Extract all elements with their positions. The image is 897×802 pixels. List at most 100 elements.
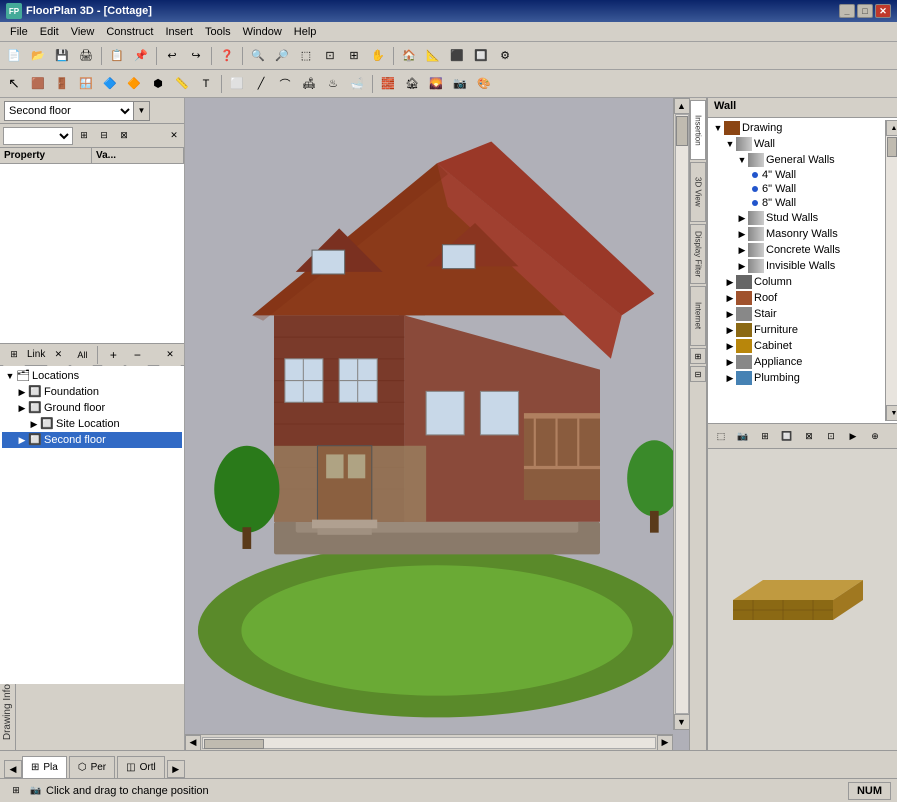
menu-view[interactable]: View [65,24,101,40]
wtree-4inch-wall[interactable]: 4" Wall [708,168,885,182]
wall-scroll-down[interactable]: ▼ [886,405,897,421]
wtree-appliance[interactable]: ▶ Appliance [708,354,885,370]
tb-help[interactable]: ❓ [216,45,238,67]
wtree-masonry-walls[interactable]: ▶ Masonry Walls [708,226,885,242]
tb-window-tool[interactable]: 🪟 [75,73,97,95]
tb-bath-tool[interactable]: 🛁 [346,73,368,95]
tb-zoom-fit[interactable]: ⊡ [319,45,341,67]
wall-scroll-track[interactable] [886,136,897,405]
wtree-roof[interactable]: ▶ Roof [708,290,885,306]
tb-open[interactable]: 📂 [27,45,49,67]
scroll-right-arrow[interactable]: ▶ [657,735,673,751]
maximize-button[interactable]: □ [857,4,873,18]
wtree-general-walls[interactable]: ▼ General Walls [708,152,885,168]
rt-btn3[interactable]: ⊞ [755,426,775,446]
vtab-insertion[interactable]: Insertion [690,100,706,160]
tb-print[interactable]: 🖨 [75,45,97,67]
scroll-thumb-v[interactable] [676,116,688,146]
tb-3d-5[interactable]: ⚙ [494,45,516,67]
wtree-cabinet[interactable]: ▶ Cabinet [708,338,885,354]
tb-line-tool[interactable]: ╱ [250,73,272,95]
menu-edit[interactable]: Edit [34,24,65,40]
prop-btn2[interactable]: ⊟ [95,127,113,145]
loc-btn-link[interactable]: ⊞ [3,344,25,366]
tb-copy[interactable]: 📋 [106,45,128,67]
tb-camera[interactable]: 📷 [449,73,471,95]
tb-text-tool[interactable]: T [195,73,217,95]
tb-redo[interactable]: ↪ [185,45,207,67]
tree-site-location[interactable]: ▶ 🔲 Site Location [2,416,182,432]
rt-btn1[interactable]: ⬚ [711,426,731,446]
rt-btn4[interactable]: 🔲 [777,426,797,446]
tab-perspective[interactable]: ⬡ Per [69,756,115,778]
tb-measure-tool[interactable]: 📏 [171,73,193,95]
tree-foundation[interactable]: ▶ 🔲 Foundation [2,384,182,400]
wtree-stud-walls[interactable]: ▶ Stud Walls [708,210,885,226]
tree-ground-floor[interactable]: ▶ 🔲 Ground floor [2,400,182,416]
tb-undo[interactable]: ↩ [161,45,183,67]
floor-dropdown-arrow[interactable]: ▼ [134,101,150,121]
canvas-scrollbar-vertical[interactable]: ▲ ▼ [673,98,689,730]
wtree-furniture[interactable]: ▶ Furniture [708,322,885,338]
wall-scroll-thumb[interactable] [887,137,897,157]
drawing-info-tab[interactable]: Drawing Info [0,684,16,750]
close-loc-btn[interactable]: ✕ [159,344,181,366]
menu-window[interactable]: Window [237,24,288,40]
loc-btn-remove[interactable]: − [126,344,148,366]
tb-3dwall[interactable]: 🧱 [377,73,399,95]
prop-btn1[interactable]: ⊞ [75,127,93,145]
tab-nav-right[interactable]: ▶ [167,760,185,778]
vtab-display-filter[interactable]: Display Filter [690,224,706,284]
wtree-6inch-wall[interactable]: 6" Wall [708,182,885,196]
vtab-internet[interactable]: Internet [690,286,706,346]
wtree-stair[interactable]: ▶ Stair [708,306,885,322]
close-panel-btn[interactable]: ✕ [167,129,181,143]
menu-file[interactable]: File [4,24,34,40]
tb-box-tool[interactable]: ⬜ [226,73,248,95]
tb-roof-tool[interactable]: 🔷 [99,73,121,95]
tab-plan[interactable]: ⊞ Pla [22,756,67,778]
tb-stove-tool[interactable]: ♨ [322,73,344,95]
wtree-drawing[interactable]: ▼ Drawing [708,120,885,136]
vtab-icon2[interactable]: ⊟ [690,366,706,382]
prop-btn3[interactable]: ⊠ [115,127,133,145]
tb-terrain[interactable]: 🌄 [425,73,447,95]
scroll-track-v[interactable] [675,114,689,714]
tab-nav-left[interactable]: ◀ [4,760,22,778]
tb-stair-tool[interactable]: 🔶 [123,73,145,95]
tb-door-tool[interactable]: 🚪 [51,73,73,95]
menu-construct[interactable]: Construct [100,24,159,40]
wtree-column[interactable]: ▶ Column [708,274,885,290]
scroll-up-arrow[interactable]: ▲ [674,98,690,114]
scroll-thumb-h[interactable] [204,739,264,749]
status-icon1[interactable]: ⊞ [6,782,26,800]
wtree-wall[interactable]: ▼ Wall [708,136,885,152]
tab-ortho[interactable]: ◫ Ortl [117,756,165,778]
tb-3d-4[interactable]: 🔲 [470,45,492,67]
prop-type-select[interactable] [3,127,73,145]
tb-wall-tool[interactable]: 🟫 [27,73,49,95]
tb-arc-tool[interactable]: ⌒ [274,73,296,95]
status-icon2[interactable]: 📷 [26,782,46,800]
tree-locations-root[interactable]: ▼ 🗂 Locations [2,368,182,384]
tb-3d-1[interactable]: 🏠 [398,45,420,67]
canvas-scrollbar-horizontal[interactable]: ◀ ▶ [185,734,673,750]
menu-tools[interactable]: Tools [199,24,237,40]
tb-3droof[interactable]: 🏚 [401,73,423,95]
tree-second-floor[interactable]: ▶ 🔲 Second floor [2,432,182,448]
wtree-invisible-walls[interactable]: ▶ Invisible Walls [708,258,885,274]
tb-3d-2[interactable]: 📐 [422,45,444,67]
vtab-icon1[interactable]: ⊞ [690,348,706,364]
minimize-button[interactable]: _ [839,4,855,18]
tb-render[interactable]: 🎨 [473,73,495,95]
rt-btn7[interactable]: ▶ [843,426,863,446]
tb-3d-3[interactable]: ⬛ [446,45,468,67]
tb-room-tool[interactable]: ⬢ [147,73,169,95]
canvas-wrapper[interactable]: ▲ ▼ ◀ ▶ [185,98,689,750]
tb-select[interactable]: ↖ [3,73,25,95]
scroll-track-h[interactable] [202,737,656,749]
floor-dropdown[interactable]: Foundation Ground floor Second floor Sit… [4,101,134,121]
rt-btn2[interactable]: 📷 [733,426,753,446]
wtree-8inch-wall[interactable]: 8" Wall [708,196,885,210]
loc-btn-add[interactable]: + [102,344,124,366]
